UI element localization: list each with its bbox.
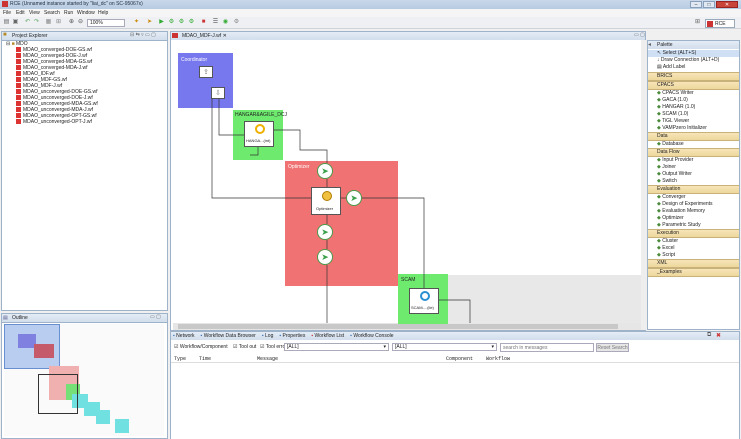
palette-group-header[interactable]: BRICS	[648, 72, 739, 81]
col-workflow[interactable]: Workflow	[486, 356, 510, 362]
palette-item-label: Design of Experiments	[662, 201, 713, 207]
console-copy-icon[interactable]: ⧉	[707, 332, 711, 339]
palette-tool[interactable]: ↖ Select (ALT+S)	[648, 50, 739, 57]
palette-item[interactable]: ◆ Output Writer	[648, 171, 739, 178]
palette-group-header[interactable]: Data Flow	[648, 148, 739, 157]
palette-item[interactable]: ◆ Input Provider	[648, 157, 739, 164]
palette-group-label: _Examples	[657, 269, 682, 275]
palette-item[interactable]: ◆ Optimizer	[648, 215, 739, 222]
palette-item-label: Converger	[662, 194, 686, 200]
palette-item[interactable]: ◆ SCAM (1.0)	[648, 111, 739, 118]
palette-item-label: TiGL Viewer	[662, 118, 690, 124]
col-type[interactable]: Type	[174, 356, 186, 362]
palette-item-label: HANGAR (1.0)	[662, 104, 696, 110]
col-time[interactable]: Time	[199, 356, 211, 362]
palette-panel: Palette ↖ Select (ALT+S) ↓ Draw Connectio…	[647, 40, 740, 330]
chevron-down-icon: ▾	[383, 344, 386, 350]
palette-item-label: CPACS Writer	[662, 90, 694, 96]
palette-collapse-icon[interactable]: ◂	[648, 41, 651, 48]
palette-item[interactable]: ◆ Converger	[648, 194, 739, 201]
palette-title: Palette	[657, 42, 673, 48]
palette-item[interactable]: ◆ Switch	[648, 178, 739, 185]
palette-item-label: Database	[662, 141, 684, 147]
console-tab[interactable]: ▪ Network	[173, 333, 195, 339]
palette-item-label: Optimizer	[662, 215, 684, 221]
workflow-filter-select[interactable]: [ALL] ▾	[392, 343, 497, 351]
palette-tool[interactable]: ↓ Draw Connection (ALT+D)	[648, 57, 739, 64]
console-tab-label: Properties	[282, 333, 306, 339]
palette-group-header[interactable]: Data	[648, 132, 739, 141]
console-tab[interactable]: ▪ Workflow Data Browser	[201, 333, 256, 339]
console-clear-icon[interactable]: ✖	[716, 332, 721, 339]
console-tab[interactable]: ▪ Properties	[279, 333, 305, 339]
palette-item[interactable]: ◆ Excel	[648, 245, 739, 252]
palette-item-label: SCAM (1.0)	[662, 111, 689, 117]
palette-item-label: Input Provider	[662, 157, 694, 163]
palette-item[interactable]: ◆ VAMPzero Initializer	[648, 125, 739, 132]
palette-group-header[interactable]: Evaluation	[648, 185, 739, 194]
palette-item[interactable]: ◆ Joiner	[648, 164, 739, 171]
palette-tool[interactable]: ▤ Add Label	[648, 64, 739, 71]
console-tab[interactable]: ▪ Workflow Console	[350, 333, 393, 339]
palette-item[interactable]: ◆ Parametric Study	[648, 222, 739, 229]
palette-item[interactable]: ◆ CPACS Writer	[648, 90, 739, 97]
palette-tool-label: Draw Connection (ALT+D)	[660, 57, 720, 63]
palette-item-label: Joiner	[662, 164, 676, 170]
palette-item-label: Parametric Study	[662, 222, 701, 228]
palette-item[interactable]: ◆ TiGL Viewer	[648, 118, 739, 125]
palette-item[interactable]: ◆ GACA (1.0)	[648, 97, 739, 104]
palette-group-header[interactable]: CPACS	[648, 81, 739, 90]
palette-item[interactable]: ◆ Database	[648, 141, 739, 148]
filter-tool-out[interactable]: ☑ Tool out	[233, 344, 256, 350]
palette-group-label: Data Flow	[657, 149, 680, 155]
palette-header: Palette	[648, 41, 739, 49]
palette-item-label: VAMPzero Initializer	[662, 125, 707, 131]
palette-tool-label: Add Label	[662, 64, 686, 70]
palette-group-label: XML	[657, 260, 668, 266]
palette-item[interactable]: ◆ Design of Experiments	[648, 201, 739, 208]
col-message[interactable]: Message	[257, 356, 278, 362]
filter-workflow-component[interactable]: ☑ Workflow/Component	[174, 344, 228, 350]
palette-item-label: Output Writer	[662, 171, 692, 177]
palette-groups: BRICS CPACS ◆ CPACS Writer ◆ GACA (1.0) ◆ HA…	[648, 72, 739, 277]
filter-tool-error[interactable]: ☑ Tool error	[260, 344, 287, 350]
palette-item-label: Cluster	[662, 238, 679, 244]
palette-tools: ↖ Select (ALT+S) ↓ Draw Connection (ALT+D…	[648, 50, 739, 71]
palette-group-label: Evaluation	[657, 186, 681, 192]
palette-item[interactable]: ◆ HANGAR (1.0)	[648, 104, 739, 111]
console-tab-label: Network	[176, 333, 195, 339]
palette-group-header[interactable]: XML	[648, 259, 739, 268]
palette-tool-label: Select (ALT+S)	[662, 50, 697, 56]
palette-item-label: Excel	[662, 245, 675, 251]
palette-item-label: GACA (1.0)	[662, 97, 688, 103]
console-tabs: ▪ Network ▪ Workflow Data Browser ▪ Log ▪ P…	[173, 332, 400, 340]
console-tab[interactable]: ▪ Log	[262, 333, 274, 339]
console-table[interactable]	[171, 355, 739, 439]
canvas-vertical-scrollbar[interactable]	[641, 40, 647, 330]
chevron-down-icon: ▾	[491, 344, 494, 350]
palette-item-label: Evaluation Memory	[662, 208, 706, 214]
console-tab-label: Workflow List	[314, 333, 345, 339]
palette-group-label: CPACS	[657, 82, 674, 88]
palette-group-label: Data	[657, 133, 668, 139]
component-filter-select[interactable]: [ALL] ▾	[284, 343, 389, 351]
console-tab-label: Log	[265, 333, 274, 339]
palette-group-header[interactable]: _Examples	[648, 268, 739, 277]
reset-search-button[interactable]: Reset Search	[596, 343, 629, 352]
palette-item-label: Script	[662, 252, 676, 258]
palette-group-label: Execution	[657, 230, 679, 236]
palette-item[interactable]: ◆ Script	[648, 252, 739, 259]
palette-group-label: BRICS	[657, 73, 673, 79]
palette-group-header[interactable]: Execution	[648, 229, 739, 238]
col-component[interactable]: Component	[446, 356, 473, 362]
console-tab-label: Workflow Console	[353, 333, 394, 339]
palette-item[interactable]: ◆ Cluster	[648, 238, 739, 245]
message-search-input[interactable]	[500, 343, 594, 352]
palette-item[interactable]: ◆ Evaluation Memory	[648, 208, 739, 215]
palette-item-label: Switch	[662, 178, 677, 184]
console-tab-label: Workflow Data Browser	[203, 333, 256, 339]
console-table-header: Type Time Message Component Workflow	[171, 355, 739, 363]
console-tab[interactable]: ▪ Workflow List	[311, 333, 344, 339]
